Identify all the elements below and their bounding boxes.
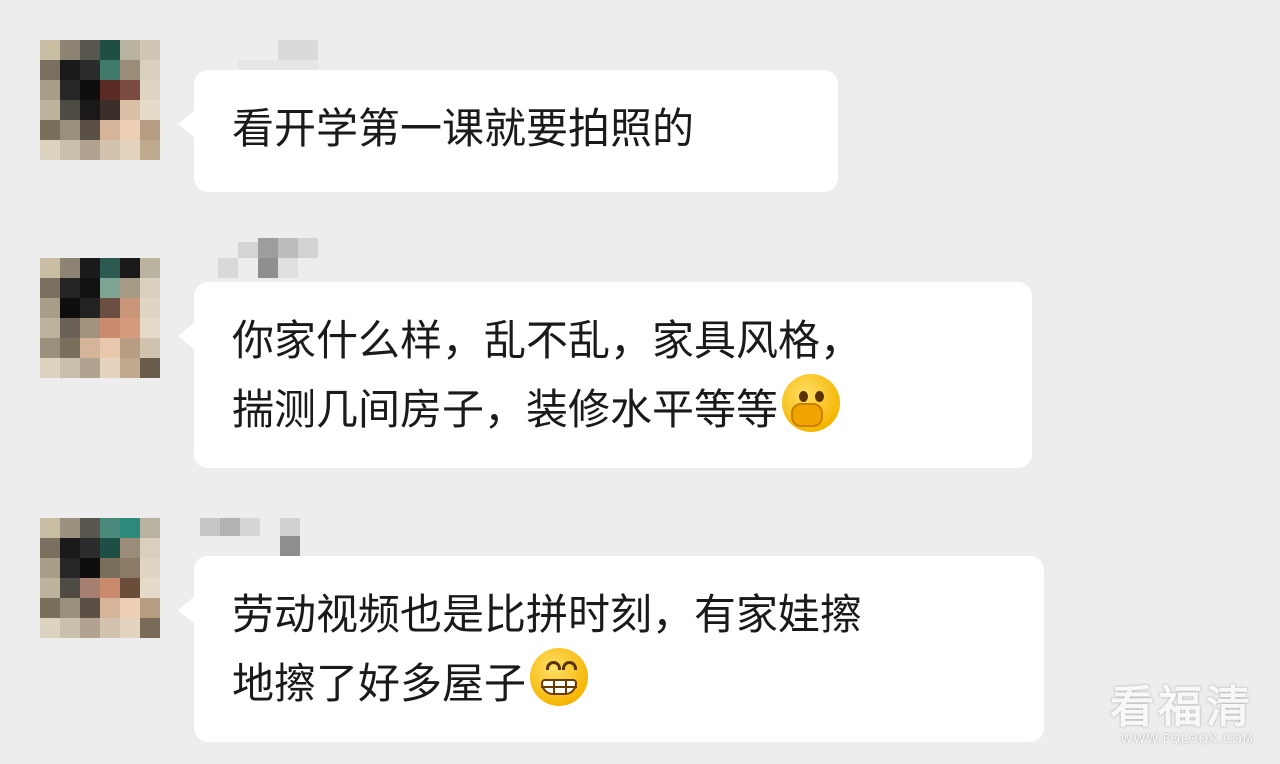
message-text: 揣测几间房子，装修水平等等 (232, 385, 779, 434)
message-text-line: 看开学第一课就要拍照的 (232, 104, 695, 153)
message-bubble[interactable]: 劳动视频也是比拼时刻，有家娃擦 地擦了好多屋子 (178, 556, 1044, 742)
avatar[interactable] (40, 258, 160, 378)
avatar[interactable] (40, 518, 160, 638)
message-bubble[interactable]: 你家什么样，乱不乱，家具风格， 揣测几间房子，装修水平等等 (178, 282, 1032, 468)
sender-name-blurred (218, 238, 328, 278)
message-bubble[interactable]: 看开学第一课就要拍照的 (178, 70, 838, 192)
grinning-face-emoji (530, 648, 589, 706)
thinking-face-emoji (782, 374, 841, 432)
message-text-line: 你家什么样，乱不乱，家具风格， (232, 316, 863, 365)
watermark-url: WWW.FQLOOK.COM (1120, 732, 1254, 746)
message-text-line: 地擦了好多屋子 (232, 648, 1006, 717)
message-text: 地擦了好多屋子 (232, 659, 527, 708)
message-text-line: 揣测几间房子，装修水平等等 (232, 374, 994, 443)
message-text-line: 劳动视频也是比拼时刻，有家娃擦 (232, 590, 863, 639)
avatar[interactable] (40, 40, 160, 160)
site-watermark: 看福清 WWW.FQLOOK.COM (1110, 682, 1254, 747)
watermark-logo-text: 看福清 (1110, 682, 1254, 733)
chat-window: 看开学第一课就要拍照的 你家什么样，乱不乱，家具风格， 揣测几间房子，装修水平等… (0, 0, 1280, 764)
sender-name-blurred (200, 518, 328, 558)
